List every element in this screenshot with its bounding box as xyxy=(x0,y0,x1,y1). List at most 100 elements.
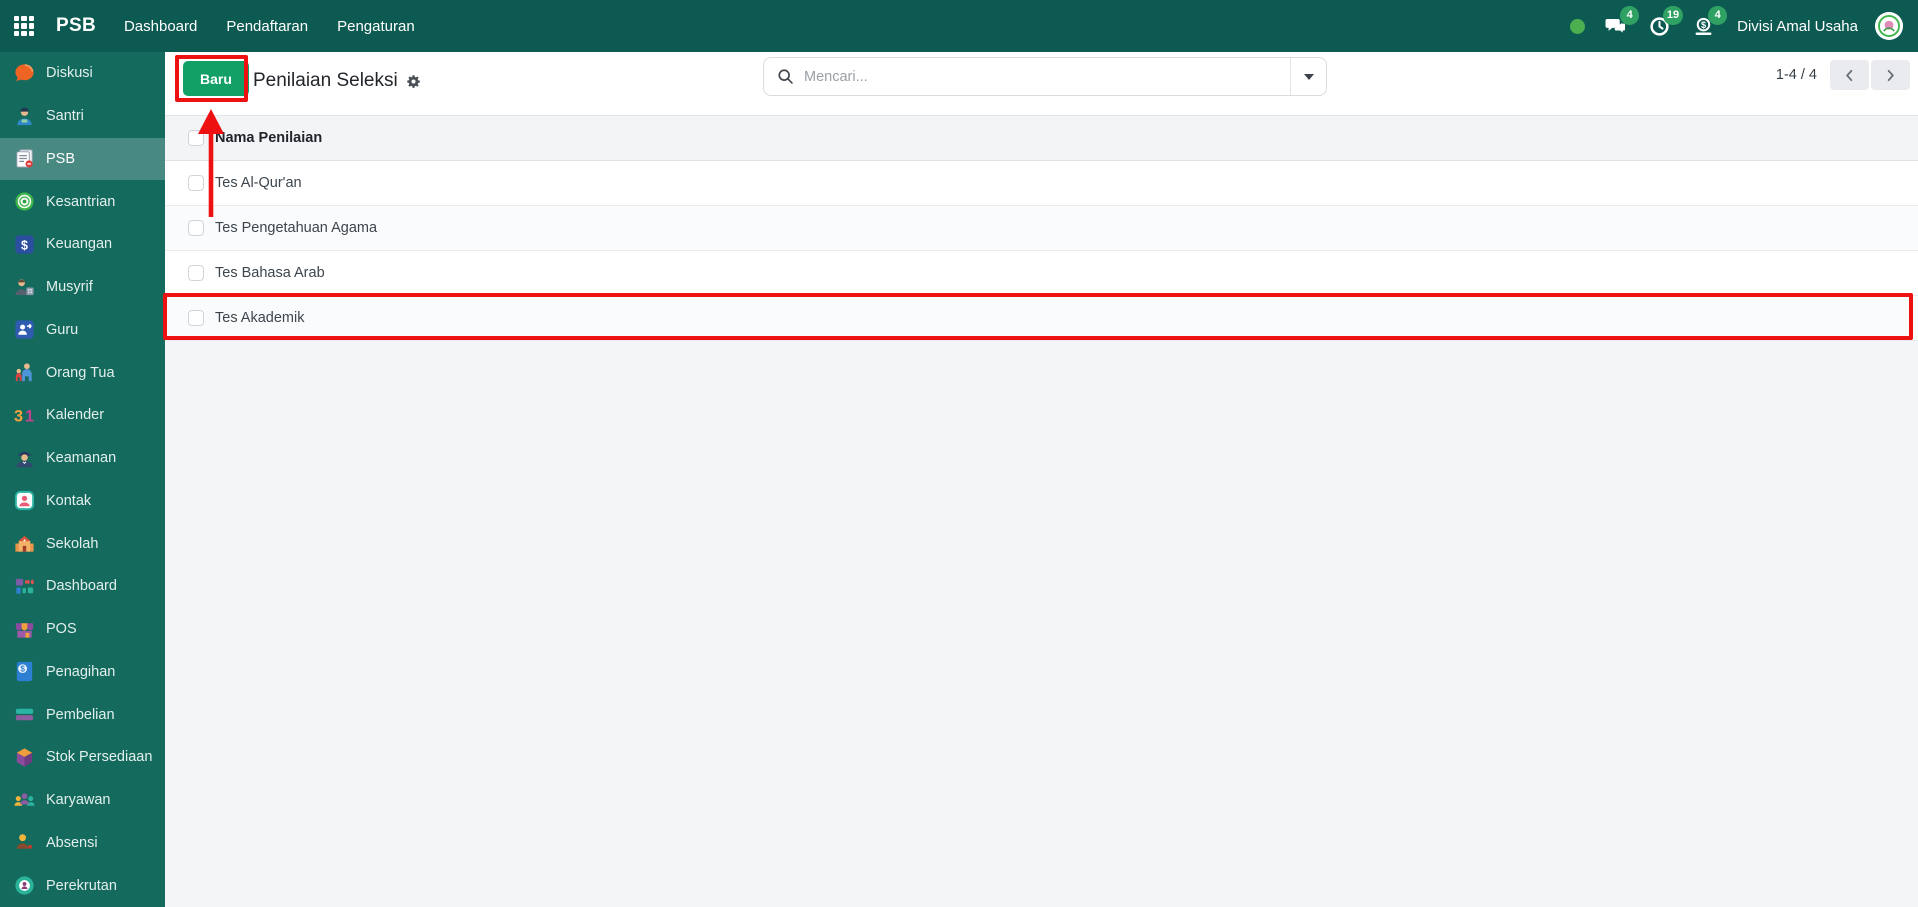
row-name-cell: Tes Akademik xyxy=(215,310,305,326)
sidebar-item-absensi[interactable]: Absensi xyxy=(0,822,165,865)
sidebar-item-keuangan[interactable]: $ Keuangan xyxy=(0,223,165,266)
online-status-dot xyxy=(1570,18,1586,34)
row-checkbox[interactable] xyxy=(188,175,204,191)
inventory-icon xyxy=(13,746,36,769)
sidebar-item-dashboard[interactable]: Dashboard xyxy=(0,565,165,608)
app-name[interactable]: PSB xyxy=(56,15,96,37)
search-dropdown-toggle[interactable] xyxy=(1290,58,1326,95)
sidebar-item-orang-tua[interactable]: Orang Tua xyxy=(0,351,165,394)
sidebar-item-keamanan[interactable]: Keamanan xyxy=(0,437,165,480)
chevron-down-icon xyxy=(1303,73,1314,80)
navbar-menus: Dashboard Pendaftaran Pengaturan xyxy=(122,14,417,39)
dashboard-icon xyxy=(13,575,36,598)
sidebar-item-perekrutan[interactable]: Perekrutan xyxy=(0,864,165,907)
sidebar-item-guru[interactable]: Guru xyxy=(0,309,165,352)
sidebar-item-pos[interactable]: POS xyxy=(0,608,165,651)
student-icon xyxy=(13,105,36,128)
top-navbar: PSB Dashboard Pendaftaran Pengaturan 4 19 … xyxy=(0,0,1918,52)
svg-text:$: $ xyxy=(1701,20,1706,30)
apps-menu-icon[interactable] xyxy=(14,16,34,36)
sidebar-item-kalender[interactable]: 3 1 Kalender xyxy=(0,394,165,437)
list-view: Nama Penilaian Tes Al-Qur'an Tes Pengetah… xyxy=(165,115,1918,341)
sidebar-item-label: Kalender xyxy=(46,407,105,424)
nav-menu-pengaturan[interactable]: Pengaturan xyxy=(335,14,417,39)
sidebar-item-diskusi[interactable]: Diskusi xyxy=(0,52,165,95)
search-input[interactable] xyxy=(794,58,1290,95)
nav-menu-dashboard[interactable]: Dashboard xyxy=(122,14,199,39)
sidebar-item-kesantrian[interactable]: Kesantrian xyxy=(0,180,165,223)
revenues-icon[interactable]: $ 4 xyxy=(1690,5,1728,40)
sidebar-item-musyrif[interactable]: Musyrif xyxy=(0,266,165,309)
revenues-badge: 4 xyxy=(1708,5,1728,25)
svg-text:3: 3 xyxy=(14,407,23,425)
sidebar-item-sekolah[interactable]: Sekolah xyxy=(0,522,165,565)
table-row[interactable]: Tes Pengetahuan Agama xyxy=(165,206,1918,251)
calendar-icon: 31 xyxy=(13,404,36,427)
school-icon xyxy=(13,532,36,555)
messages-icon[interactable]: 4 xyxy=(1602,5,1640,40)
sidebar: Diskusi Santri PSB Kesantrian $ Keuangan Musyr… xyxy=(0,52,165,907)
new-button[interactable]: Baru xyxy=(183,61,249,96)
activities-icon[interactable]: 19 xyxy=(1646,5,1684,40)
security-icon xyxy=(13,447,36,470)
sidebar-item-label: Stok Persediaan xyxy=(46,749,153,766)
sidebar-item-label: Pembelian xyxy=(46,706,115,723)
sidebar-item-label: Kontak xyxy=(46,492,92,509)
sidebar-item-label: Keamanan xyxy=(46,450,117,467)
page-title: Penilaian Seleksi xyxy=(253,68,421,94)
select-all-checkbox[interactable] xyxy=(188,130,204,146)
page-title-text: Penilaian Seleksi xyxy=(253,70,398,91)
teacher-icon xyxy=(13,318,36,341)
row-checkbox[interactable] xyxy=(188,220,204,236)
finance-icon: $ xyxy=(13,233,36,256)
pager-range: 1-4 / 4 xyxy=(1775,67,1817,83)
chevron-left-icon xyxy=(1846,69,1853,81)
table-row[interactable]: Tes Al-Qur'an xyxy=(165,161,1918,206)
sidebar-item-label: Keuangan xyxy=(46,236,113,253)
contacts-icon xyxy=(13,489,36,512)
search-icon xyxy=(777,68,794,85)
sidebar-item-label: Dashboard xyxy=(46,578,117,595)
search-bar xyxy=(763,57,1327,96)
pager-prev-button[interactable] xyxy=(1830,60,1869,90)
sidebar-item-label: Absensi xyxy=(46,834,98,851)
organization-logo-icon xyxy=(1875,12,1903,40)
recruitment-icon xyxy=(13,874,36,897)
table-row[interactable]: Tes Akademik xyxy=(165,296,1918,341)
pos-icon xyxy=(13,618,36,641)
navbar-systray: 4 19 $ 4 Divisi Amal Usaha xyxy=(1570,5,1918,40)
employees-icon xyxy=(13,789,36,812)
avatar[interactable] xyxy=(1875,12,1903,40)
sidebar-item-label: Musyrif xyxy=(46,279,93,296)
navbar-left: PSB Dashboard Pendaftaran Pengaturan xyxy=(0,14,417,39)
pager: 1-4 / 4 xyxy=(1776,60,1910,90)
row-checkbox[interactable] xyxy=(188,310,204,326)
pager-next-button[interactable] xyxy=(1871,60,1910,90)
sidebar-item-label: Orang Tua xyxy=(46,364,115,381)
row-name-cell: Tes Al-Qur'an xyxy=(215,175,302,191)
sidebar-item-label: Perekrutan xyxy=(46,877,117,894)
sidebar-item-label: Sekolah xyxy=(46,535,99,552)
table-row[interactable]: Tes Bahasa Arab xyxy=(165,251,1918,296)
purchase-icon xyxy=(13,703,36,726)
row-checkbox[interactable] xyxy=(188,265,204,281)
control-panel: Baru Penilaian Seleksi Mencari... 1-4 / … xyxy=(165,52,1918,115)
nav-menu-pendaftaran[interactable]: Pendaftaran xyxy=(224,14,310,39)
activities-badge: 19 xyxy=(1662,5,1684,25)
sidebar-item-label: Penagihan xyxy=(46,663,116,680)
sidebar-item-pembelian[interactable]: Pembelian xyxy=(0,693,165,736)
svg-text:1: 1 xyxy=(25,407,34,425)
attendance-icon xyxy=(13,831,36,854)
sidebar-item-penagihan[interactable]: $ Penagihan xyxy=(0,651,165,694)
messages-badge: 4 xyxy=(1620,5,1640,25)
settings-gear-icon[interactable] xyxy=(406,74,421,89)
sidebar-item-santri[interactable]: Santri xyxy=(0,95,165,138)
user-menu[interactable]: Divisi Amal Usaha xyxy=(1737,18,1858,35)
sidebar-item-stok-persediaan[interactable]: Stok Persediaan xyxy=(0,736,165,779)
sidebar-item-psb[interactable]: PSB xyxy=(0,137,165,181)
table-header-row: Nama Penilaian xyxy=(165,116,1918,161)
sidebar-item-label: POS xyxy=(46,621,77,638)
sidebar-item-karyawan[interactable]: Karyawan xyxy=(0,779,165,822)
sidebar-item-kontak[interactable]: Kontak xyxy=(0,480,165,523)
sidebar-item-label: Santri xyxy=(46,108,84,125)
